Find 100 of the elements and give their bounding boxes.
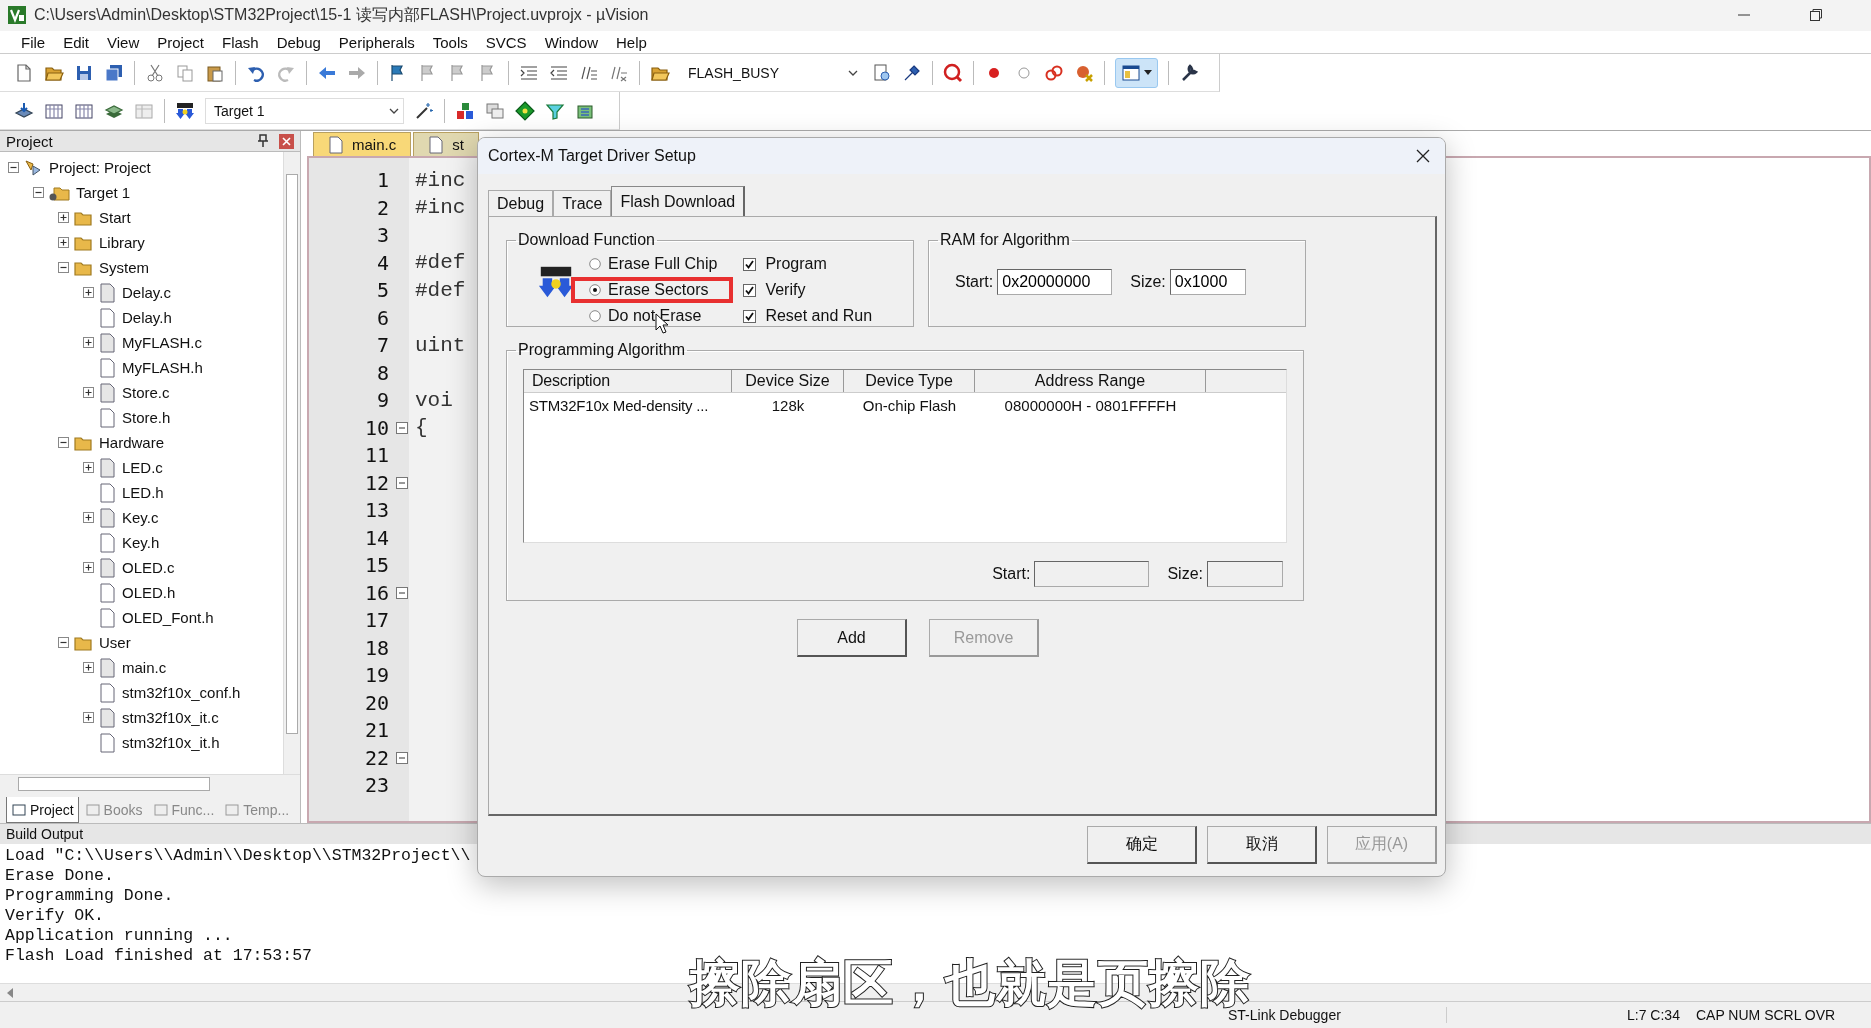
column-header[interactable]: Device Size: [732, 370, 844, 392]
dialog-tab[interactable]: Trace: [553, 190, 612, 216]
collapse-toggle-icon[interactable]: [33, 187, 44, 199]
dialog-tab[interactable]: Flash Download: [611, 186, 746, 216]
radio-button[interactable]: [589, 284, 601, 296]
column-header[interactable]: Device Type: [844, 370, 975, 392]
scroll-left-icon[interactable]: [6, 987, 14, 998]
tree-item[interactable]: LED.c: [120, 459, 165, 477]
tree-item[interactable]: stm32f10x_it.c: [120, 709, 221, 727]
collapse-toggle-icon[interactable]: [58, 437, 69, 449]
window-layout-button[interactable]: [1115, 57, 1158, 88]
tree-item[interactable]: LED.h: [120, 484, 166, 502]
option-label[interactable]: Reset and Run: [765, 307, 873, 325]
menu-item[interactable]: Window: [535, 33, 607, 51]
panel-tab[interactable]: Project: [6, 797, 79, 824]
file-icon: [428, 135, 445, 154]
expand-toggle-icon[interactable]: [83, 512, 94, 524]
collapse-toggle-icon[interactable]: [58, 262, 69, 274]
output-line: Load "C:\\Users\\Admin\\Desktop\\STM32Project\\: [5, 846, 471, 867]
tree-item[interactable]: main.c: [120, 659, 169, 677]
fold-icon[interactable]: [396, 586, 408, 599]
menu-item[interactable]: Flash: [212, 33, 268, 51]
tree-item[interactable]: Project: Project: [47, 159, 153, 177]
tree-item[interactable]: Key.c: [120, 509, 161, 527]
restore-icon[interactable]: [1809, 8, 1823, 23]
option-label[interactable]: Erase Full Chip: [608, 255, 718, 273]
dialog-button[interactable]: 取消: [1207, 826, 1317, 864]
menu-item[interactable]: Project: [148, 33, 213, 51]
code-line: #inc: [415, 196, 466, 220]
scrollbar[interactable]: [283, 152, 300, 775]
tree-item[interactable]: stm32f10x_it.h: [120, 734, 222, 752]
code-line: #def: [415, 251, 466, 275]
fold-icon[interactable]: [396, 476, 408, 489]
radio-button[interactable]: [589, 258, 601, 270]
tree-item[interactable]: Delay.h: [120, 309, 174, 327]
editor-tab[interactable]: st: [413, 132, 479, 157]
expand-toggle-icon[interactable]: [83, 712, 94, 724]
column-header[interactable]: Description: [524, 370, 732, 392]
tree-item[interactable]: MyFLASH.c: [120, 334, 204, 352]
option-label[interactable]: Do not Erase: [608, 307, 702, 325]
tree-item[interactable]: Start: [97, 209, 133, 227]
expand-toggle-icon[interactable]: [83, 287, 94, 299]
menu-item[interactable]: Tools: [423, 33, 477, 51]
tree-item[interactable]: Store.c: [120, 384, 172, 402]
output-line: Programming Done.: [5, 886, 174, 907]
expand-toggle-icon[interactable]: [58, 212, 69, 224]
menu-item[interactable]: Edit: [54, 33, 99, 51]
close-icon[interactable]: [1415, 148, 1431, 164]
tree-item[interactable]: Store.h: [120, 409, 173, 427]
tree-item[interactable]: Library: [97, 234, 147, 252]
tree-item[interactable]: Key.h: [120, 534, 162, 552]
tree-item[interactable]: OLED.c: [120, 559, 177, 577]
column-header[interactable]: Address Range: [975, 370, 1206, 392]
expand-toggle-icon[interactable]: [83, 387, 94, 399]
radio-button[interactable]: [589, 310, 601, 322]
collapse-toggle-icon[interactable]: [8, 162, 19, 174]
expand-toggle-icon[interactable]: [83, 562, 94, 574]
checkbox[interactable]: [743, 309, 757, 323]
tree-item[interactable]: OLED_Font.h: [120, 609, 216, 627]
group-title: Download Function: [517, 231, 656, 249]
option-label[interactable]: Program: [765, 255, 827, 273]
menu-item[interactable]: Debug: [267, 33, 330, 51]
add-button[interactable]: Add: [797, 619, 907, 657]
fold-icon[interactable]: [396, 421, 408, 434]
dialog-tab[interactable]: Debug: [488, 190, 554, 216]
tree-item[interactable]: System: [97, 259, 151, 277]
checkbox[interactable]: [743, 283, 757, 297]
table-cell-text: 08000000H - 0801FFFFH: [1003, 396, 1178, 414]
scrollbar[interactable]: [0, 774, 300, 794]
expand-toggle-icon[interactable]: [58, 237, 69, 249]
size-field[interactable]: 0x1000: [1169, 269, 1246, 295]
option-label[interactable]: Verify: [765, 281, 806, 299]
collapse-toggle-icon[interactable]: [58, 637, 69, 649]
pin-icon[interactable]: [257, 134, 269, 149]
tree-item[interactable]: Target 1: [74, 184, 133, 202]
menu-item[interactable]: Help: [607, 33, 656, 51]
output-line: Erase Done.: [5, 866, 114, 887]
expand-toggle-icon[interactable]: [83, 462, 94, 474]
editor-tab[interactable]: main.c: [313, 132, 412, 157]
fold-icon[interactable]: [396, 751, 408, 764]
start-field[interactable]: 0x20000000: [997, 269, 1113, 295]
tree-item[interactable]: User: [97, 634, 133, 652]
tree-item[interactable]: Delay.c: [120, 284, 173, 302]
menu-item[interactable]: View: [98, 33, 149, 51]
expand-toggle-icon[interactable]: [83, 337, 94, 349]
option-label[interactable]: Erase Sectors: [608, 281, 709, 299]
dialog-button[interactable]: 确定: [1087, 826, 1197, 864]
menu-item[interactable]: File: [12, 33, 55, 51]
caret-icon: [1144, 70, 1152, 76]
field-label: Size:: [1167, 565, 1203, 583]
tree-item[interactable]: Hardware: [97, 434, 167, 452]
tree-item[interactable]: stm32f10x_conf.h: [120, 684, 243, 702]
expand-toggle-icon[interactable]: [83, 662, 94, 674]
tree-item[interactable]: MyFLASH.h: [120, 359, 205, 377]
menu-item[interactable]: Peripherals: [329, 33, 424, 51]
tab-icon: [84, 802, 101, 819]
menu-item[interactable]: SVCS: [476, 33, 536, 51]
target-dropdown[interactable]: Target 1: [205, 97, 404, 124]
tree-item[interactable]: OLED.h: [120, 584, 178, 602]
checkbox[interactable]: [743, 257, 757, 271]
